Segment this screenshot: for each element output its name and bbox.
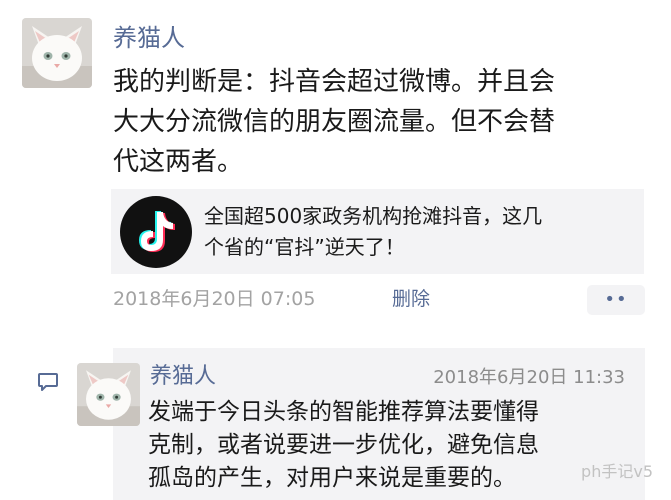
more-actions-button[interactable]: •• [587,285,645,315]
comment-text: 发端于今日头条的智能推荐算法要懂得 克制，或者说要进一步优化，避免信息 孤岛的产… [148,396,638,495]
comment-text-line: 孤岛的产生，对用户来说是重要的。 [148,465,516,491]
shared-article-card[interactable]: 全国超500家政务机构抢滩抖音，这几 个省的“官抖”逆天了！ [111,189,644,274]
comment-text-line: 克制，或者说要进一步优化，避免信息 [148,432,539,458]
tiktok-icon [119,195,193,269]
post-text-line: 大大分流微信的朋友圈流量。但不会替 [113,107,556,137]
comment-avatar[interactable] [77,363,140,426]
post-text: 我的判断是：抖音会超过微博。并且会 大大分流微信的朋友圈流量。但不会替 代这两者… [113,62,658,182]
shared-article-title: 全国超500家政务机构抢滩抖音，这几 个省的“官抖”逆天了！ [204,201,634,263]
moments-screen: 养猫人 我的判断是：抖音会超过微博。并且会 大大分流微信的朋友圈流量。但不会替 … [0,0,671,500]
post-text-line: 我的判断是：抖音会超过微博。并且会 [113,67,556,97]
comment-timestamp: 2018年6月20日 11:33 [433,367,625,388]
comment-bubble-icon [37,372,59,392]
post-text-line: 代这两者。 [113,147,244,177]
post-timestamp: 2018年6月20日 07:05 [113,288,316,310]
white-cat-icon [22,18,92,88]
white-cat-icon [77,363,140,426]
post-avatar[interactable] [22,18,92,88]
shared-title-line: 全国超500家政务机构抢滩抖音，这几 [204,204,543,228]
comment-text-line: 发端于今日头条的智能推荐算法要懂得 [148,399,539,425]
delete-button[interactable]: 删除 [392,284,430,314]
shared-title-line: 个省的“官抖”逆天了！ [204,235,405,259]
comment-author-name[interactable]: 养猫人 [150,362,216,392]
watermark-text: ph手记v5 [581,462,653,481]
post-author-name[interactable]: 养猫人 [113,22,185,54]
